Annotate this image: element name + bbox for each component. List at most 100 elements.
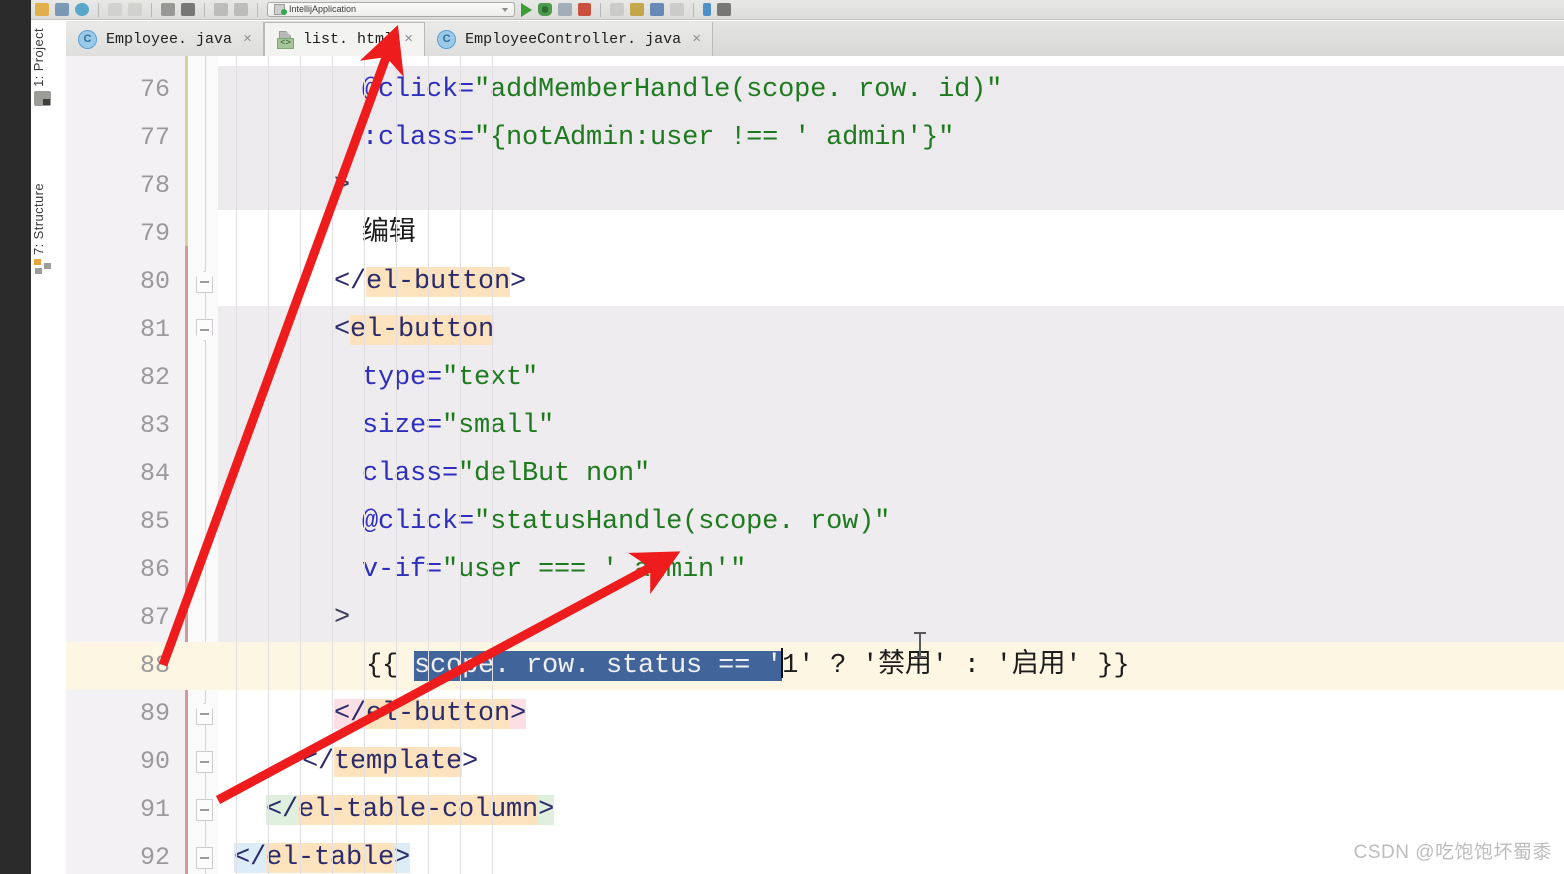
replace-icon[interactable] xyxy=(181,3,195,16)
refresh-icon[interactable] xyxy=(75,3,89,16)
code-text[interactable]: type="text" xyxy=(362,354,538,402)
code-line[interactable]: 83 size="small" xyxy=(66,402,1564,450)
code-text[interactable]: size="small" xyxy=(362,402,554,450)
run-button[interactable] xyxy=(521,3,532,17)
code-line[interactable]: 79编辑 xyxy=(66,210,1564,258)
code-text[interactable]: {{ scope. row. status == '1' ? '禁用' : '启… xyxy=(366,642,1129,690)
line-number: 83 xyxy=(66,402,170,450)
left-tool-strip xyxy=(0,0,31,874)
structure-icon[interactable] xyxy=(610,3,624,16)
close-icon[interactable]: × xyxy=(404,31,413,48)
line-number: 92 xyxy=(66,834,170,874)
tab-label: Employee. java xyxy=(106,31,232,48)
sync-icon[interactable] xyxy=(55,3,69,16)
fold-marker[interactable] xyxy=(196,271,213,293)
toolbar-separator xyxy=(693,3,694,17)
indent-guide xyxy=(268,56,269,874)
code-text[interactable]: </el-button> xyxy=(334,690,526,738)
main-toolbar[interactable]: IntellijApplication xyxy=(31,0,1564,20)
fold-marker[interactable] xyxy=(196,799,213,821)
build-icon[interactable] xyxy=(214,3,228,16)
java-class-icon: C xyxy=(437,30,456,49)
redo-icon[interactable] xyxy=(128,3,142,16)
code-text[interactable]: </template> xyxy=(302,738,478,786)
code-line[interactable]: 88 {{ scope. row. status == '1' ? '禁用' : … xyxy=(66,642,1564,690)
commit-icon[interactable] xyxy=(717,3,731,16)
code-text[interactable]: @click="addMemberHandle(scope. row. id)" xyxy=(362,66,1002,114)
tab-employeecontroller-java[interactable]: C EmployeeController. java × xyxy=(425,22,713,56)
fold-marker[interactable] xyxy=(196,319,213,341)
code-line[interactable]: 76@click="addMemberHandle(scope. row. id… xyxy=(66,66,1564,114)
indent-guide xyxy=(332,56,333,874)
coverage-icon[interactable] xyxy=(558,3,572,16)
fold-marker[interactable] xyxy=(196,751,213,773)
settings-icon[interactable] xyxy=(234,3,248,16)
analyze-icon[interactable] xyxy=(670,3,684,16)
code-text[interactable]: > xyxy=(334,594,350,642)
debug-button[interactable] xyxy=(538,3,552,16)
code-text[interactable]: </el-button> xyxy=(334,258,526,306)
fold-marker[interactable] xyxy=(196,703,213,725)
code-token: "small" xyxy=(442,411,554,441)
code-editor[interactable]: 76@click="addMemberHandle(scope. row. id… xyxy=(66,56,1564,874)
code-lines[interactable]: 76@click="addMemberHandle(scope. row. id… xyxy=(66,56,1564,874)
code-token: el-button xyxy=(366,699,510,729)
mouse-text-cursor xyxy=(914,632,926,658)
code-line[interactable]: 85@click="statusHandle(scope. row)" xyxy=(66,498,1564,546)
code-text[interactable]: <el-button xyxy=(334,306,494,354)
code-text[interactable]: > xyxy=(334,162,350,210)
undo-icon[interactable] xyxy=(108,3,122,16)
code-text[interactable]: 编辑 xyxy=(362,210,416,258)
code-text[interactable]: class="delBut non" xyxy=(362,450,650,498)
code-line[interactable]: 81 <el-button xyxy=(66,306,1564,354)
indent-guide xyxy=(492,56,493,874)
tab-label: list. html xyxy=(303,31,393,48)
code-token: @click= xyxy=(362,75,474,105)
toolwindow-button-structure[interactable]: 7: Structure xyxy=(31,183,53,278)
code-line[interactable]: 87> xyxy=(66,594,1564,642)
save-all-icon[interactable] xyxy=(35,3,49,16)
toolbar-separator xyxy=(98,3,99,17)
line-number: 86 xyxy=(66,546,170,594)
code-token: "{notAdmin:user !== ' admin'}" xyxy=(474,123,954,153)
find-icon[interactable] xyxy=(161,3,175,16)
tab-list-html[interactable]: <> list. html × xyxy=(264,22,425,56)
code-token: > xyxy=(334,171,350,201)
chevron-down-icon xyxy=(502,8,508,12)
code-line[interactable]: 84class="delBut non" xyxy=(66,450,1564,498)
close-icon[interactable]: × xyxy=(243,31,252,48)
code-text[interactable]: </el-table-column> xyxy=(266,786,554,834)
code-token: 1' ? '禁用' : '启用' }} xyxy=(782,651,1129,681)
code-line[interactable]: 90</template> xyxy=(66,738,1564,786)
java-class-icon: C xyxy=(78,30,97,49)
code-line[interactable]: 77:class="{notAdmin:user !== ' admin'}" xyxy=(66,114,1564,162)
code-line[interactable]: 91</el-table-column> xyxy=(66,786,1564,834)
run-configuration-selector[interactable]: IntellijApplication xyxy=(267,2,515,17)
code-line[interactable]: 80</el-button> xyxy=(66,258,1564,306)
line-number: 81 xyxy=(66,306,170,354)
vcs-update-icon[interactable] xyxy=(703,3,711,16)
code-text[interactable]: v-if="user === ' admin'" xyxy=(362,546,746,594)
code-line[interactable]: 92 </el-table> xyxy=(66,834,1564,874)
code-text[interactable]: @click="statusHandle(scope. row)" xyxy=(362,498,890,546)
bookmark-icon[interactable] xyxy=(630,3,644,16)
code-token: el-table xyxy=(266,843,394,873)
code-token: > xyxy=(462,747,478,777)
code-line[interactable]: 78> xyxy=(66,162,1564,210)
code-text[interactable]: :class="{notAdmin:user !== ' admin'}" xyxy=(362,114,954,162)
editor-tab-bar[interactable]: C Employee. java × <> list. html × C Emp… xyxy=(66,21,1564,57)
code-line[interactable]: 89</el-button> xyxy=(66,690,1564,738)
code-line[interactable]: 82type="text" xyxy=(66,354,1564,402)
code-text[interactable]: </el-table> xyxy=(234,834,410,874)
line-number: 88 xyxy=(66,642,170,690)
database-icon[interactable] xyxy=(650,3,664,16)
toolwindow-button-project[interactable]: 1: Project xyxy=(31,28,53,110)
tab-employee-java[interactable]: C Employee. java × xyxy=(66,22,264,56)
indent-guide xyxy=(460,56,461,874)
stop-button[interactable] xyxy=(578,3,591,16)
code-line[interactable]: 86 v-if="user === ' admin'" xyxy=(66,546,1564,594)
toolwindow-label-structure: 7: Structure xyxy=(31,183,46,255)
fold-marker[interactable] xyxy=(196,847,213,869)
toolbar-separator xyxy=(204,3,205,17)
close-icon[interactable]: × xyxy=(692,31,701,48)
